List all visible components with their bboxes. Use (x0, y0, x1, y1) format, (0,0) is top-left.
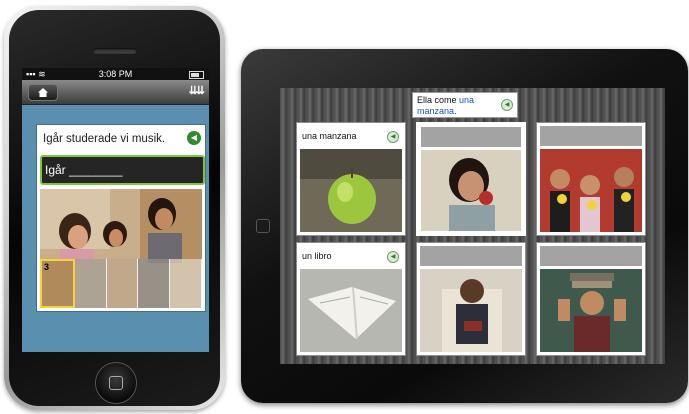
speaker-icon[interactable]: ◀ (501, 99, 513, 111)
book-illustration (300, 269, 402, 352)
thumbnail-1[interactable]: 3 (40, 259, 75, 308)
apple-photo (300, 149, 402, 232)
boy-reading-photo (420, 269, 522, 352)
boy-books-photo (540, 269, 642, 352)
picture-grid: una manzana ◀ un libro ◀ (296, 122, 646, 360)
cell-label-text: una manzana (302, 131, 357, 141)
lesson-card: Igår studerade vi musik. ◀ Igår ________ (36, 124, 206, 312)
cell-label-blank (540, 246, 642, 266)
cell-label-blank (420, 246, 522, 266)
ipad-home-button[interactable] (256, 219, 270, 233)
picture-cell-kids-apples[interactable] (536, 122, 646, 236)
lesson-photo: 3 (40, 189, 202, 308)
thumbnail-4[interactable] (138, 259, 171, 308)
picture-cell-boy-books[interactable] (536, 242, 646, 356)
answer-field[interactable]: Igår ________ (40, 155, 205, 185)
thumbnail-2[interactable] (74, 259, 107, 308)
ipad-screen: Ella come una manzana. ◀ una manzana ◀ u… (280, 88, 665, 364)
caption-prefix: Ella come (417, 95, 460, 105)
iphone-face: ▪▪▪ ≋ 3:08 PM ⇊⇊ Igår studerade vi musik… (9, 10, 220, 406)
woman-eating-illustration (421, 150, 521, 231)
apple-illustration (300, 149, 402, 232)
home-button[interactable] (28, 84, 58, 101)
book-photo (300, 269, 402, 352)
home-icon (38, 88, 48, 97)
arrows-down-icon[interactable]: ⇊⇊ (189, 84, 206, 97)
cell-label-blank (540, 126, 642, 146)
cell-label: una manzana ◀ (300, 126, 402, 146)
ipad-device: Ella come una manzana. ◀ una manzana ◀ u… (241, 49, 688, 403)
cell-label-blank (421, 127, 521, 147)
home-hardware-button[interactable] (95, 362, 137, 404)
kids-apples-photo (540, 149, 642, 232)
thumbnail-strip: 3 (40, 259, 202, 308)
iphone-screen: ▪▪▪ ≋ 3:08 PM ⇊⇊ Igår studerade vi musik… (22, 68, 209, 352)
iphone-device: ▪▪▪ ≋ 3:08 PM ⇊⇊ Igår studerade vi musik… (4, 6, 225, 410)
kids-apples-illustration (540, 149, 642, 232)
sentence-caption: Ella come una manzana. ◀ (412, 92, 518, 118)
picture-cell-woman-eating[interactable] (416, 122, 526, 236)
prompt-text: Igår studerade vi musik. (43, 133, 166, 145)
speaker-icon[interactable]: ◀ (187, 131, 201, 145)
woman-eating-photo (421, 150, 521, 231)
battery-icon (189, 71, 204, 79)
status-time: 3:08 PM (98, 69, 133, 79)
status-bar: ▪▪▪ ≋ 3:08 PM (22, 68, 209, 80)
picture-cell-book[interactable]: un libro ◀ (296, 242, 406, 356)
picture-cell-apple[interactable]: una manzana ◀ (296, 122, 406, 236)
thumbnail-3[interactable] (106, 259, 139, 308)
cell-label-text: un libro (302, 251, 332, 261)
cell-label: un libro ◀ (300, 246, 402, 266)
thumbnail-number: 3 (44, 262, 50, 272)
boy-books-illustration (540, 269, 642, 352)
nav-bar: ⇊⇊ (22, 80, 209, 105)
boy-reading-illustration (420, 269, 522, 352)
earpiece-speaker (93, 48, 137, 54)
picture-cell-boy-reading[interactable] (416, 242, 526, 356)
speaker-icon[interactable]: ◀ (387, 131, 399, 143)
caption-suffix: . (454, 106, 457, 116)
thumbnail-5[interactable] (170, 259, 202, 308)
speaker-icon[interactable]: ◀ (387, 251, 399, 263)
